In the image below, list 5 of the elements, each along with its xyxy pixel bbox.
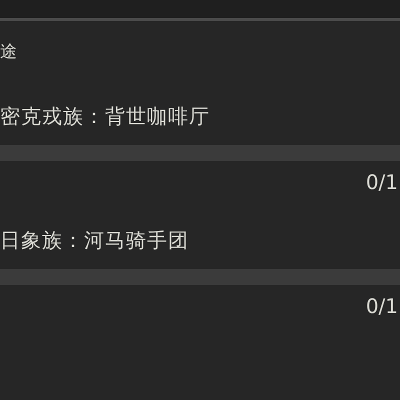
quest-title: 日象族：河马骑手团: [0, 227, 190, 253]
progress-count: 0/1: [366, 169, 399, 195]
section-heading: 途: [0, 41, 18, 63]
quest-title: 密克戎族：背世咖啡厅: [0, 103, 211, 129]
progress-count: 0/1: [366, 293, 399, 319]
